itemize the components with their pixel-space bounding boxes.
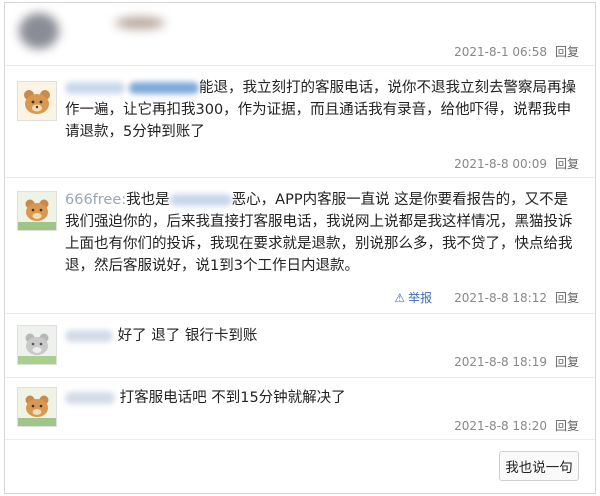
comment-date: 2021-8-1 06:58 bbox=[454, 44, 547, 59]
comment-item: 2021-8-1 06:58 回复 bbox=[5, 3, 595, 66]
blurred-text bbox=[129, 82, 199, 94]
comment-text: 我也是 bbox=[126, 192, 170, 208]
comment-meta: 2021-8-8 18:20 回复 bbox=[454, 417, 579, 434]
blurred-username bbox=[65, 330, 113, 342]
comment-username[interactable]: 666free: bbox=[65, 192, 126, 208]
reply-link[interactable]: 回复 bbox=[555, 289, 579, 306]
report-link[interactable]: ⚠ 举报 bbox=[394, 289, 432, 306]
comment-date: 2021-8-8 00:09 bbox=[454, 156, 547, 171]
bear-avatar-icon bbox=[18, 82, 56, 120]
user-avatar[interactable] bbox=[17, 191, 57, 231]
comment-date: 2021-8-8 18:12 bbox=[454, 290, 547, 305]
bear-avatar-icon bbox=[18, 192, 56, 230]
warning-icon: ⚠ bbox=[394, 290, 406, 305]
comment-body: 666free:我也是 恶心，APP内客服一直说 这是你要看报告的，又不是我们强迫… bbox=[65, 189, 577, 277]
comment-meta: 2021-8-8 18:19 回复 bbox=[454, 353, 579, 370]
reply-link[interactable]: 回复 bbox=[555, 43, 579, 60]
bear-avatar-icon bbox=[18, 388, 56, 426]
comment-body: 好了 退了 银行卡到账 bbox=[65, 325, 577, 347]
bear-avatar-icon bbox=[18, 326, 56, 364]
comment-item: 能退，我立刻打的客服电话，说你不退我立刻去警察局再操作一遍，让它再扣我300，作… bbox=[5, 65, 595, 178]
comment-date: 2021-8-8 18:19 bbox=[454, 354, 547, 369]
comment-meta: 2021-8-1 06:58 回复 bbox=[454, 43, 579, 60]
reply-link[interactable]: 回复 bbox=[555, 155, 579, 172]
blurred-username bbox=[65, 82, 125, 94]
comment-meta: ⚠ 举报 2021-8-8 18:12 回复 bbox=[394, 289, 579, 306]
user-avatar[interactable] bbox=[17, 325, 57, 365]
report-label: 举报 bbox=[408, 291, 433, 305]
blurred-username bbox=[115, 17, 165, 29]
reply-link[interactable]: 回复 bbox=[555, 417, 579, 434]
blurred-username bbox=[65, 392, 115, 404]
blurred-avatar bbox=[19, 13, 59, 49]
blurred-text bbox=[169, 194, 232, 206]
user-avatar[interactable] bbox=[17, 387, 57, 427]
comment-list: 2021-8-1 06:58 回复 能退，我立刻打的客服电话，说你不退我立刻去警… bbox=[4, 2, 596, 494]
comment-item: 666free:我也是 恶心，APP内客服一直说 这是你要看报告的，又不是我们强迫… bbox=[5, 177, 595, 314]
user-avatar[interactable] bbox=[17, 81, 57, 121]
post-comment-button[interactable]: 我也说一句 bbox=[499, 451, 579, 481]
comment-text: 打客服电话吧 不到15分钟就解决了 bbox=[119, 390, 346, 406]
comment-body: 能退，我立刻打的客服电话，说你不退我立刻去警察局再操作一遍，让它再扣我300，作… bbox=[65, 77, 577, 143]
comment-item: 好了 退了 银行卡到账 2021-8-8 18:19 回复 bbox=[5, 313, 595, 378]
comment-item: 打客服电话吧 不到15分钟就解决了 2021-8-8 18:20 回复 bbox=[5, 377, 595, 440]
comment-text: 好了 退了 银行卡到账 bbox=[117, 328, 258, 344]
comment-body: 打客服电话吧 不到15分钟就解决了 bbox=[65, 387, 577, 409]
comment-date: 2021-8-8 18:20 bbox=[454, 418, 547, 433]
reply-link[interactable]: 回复 bbox=[555, 353, 579, 370]
comment-meta: 2021-8-8 00:09 回复 bbox=[454, 155, 579, 172]
